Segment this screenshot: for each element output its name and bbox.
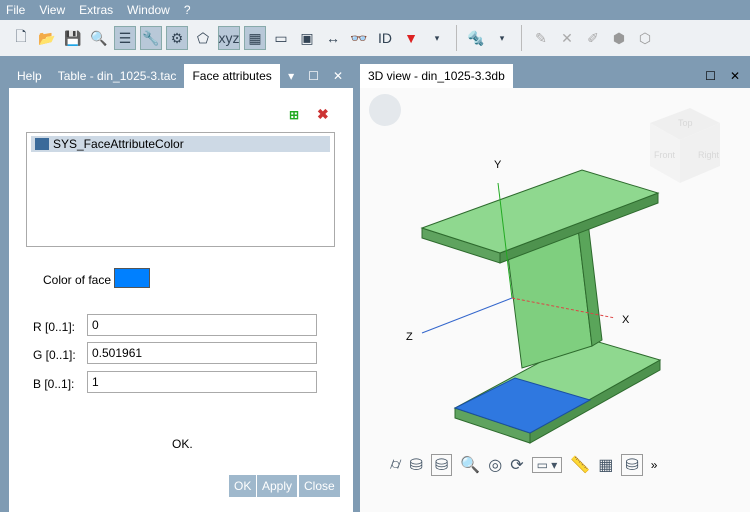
measure-icon[interactable]: ↔ <box>322 26 344 50</box>
b-input[interactable] <box>87 371 317 393</box>
divider <box>456 25 457 51</box>
close-button[interactable]: Close <box>299 475 340 497</box>
part-icon[interactable]: ▭ <box>270 26 292 50</box>
view-cube: Top Front Right <box>650 108 720 183</box>
3d-model-view[interactable]: Top Front Right Y X Z <box>360 88 750 512</box>
bolt-icon[interactable]: ⚙ <box>166 26 188 50</box>
close-icon[interactable]: ✕ <box>730 69 740 83</box>
menu-help[interactable]: ? <box>184 3 191 17</box>
maximize-icon[interactable]: ☐ <box>705 69 716 83</box>
table-icon[interactable]: ▦ <box>244 26 266 50</box>
cube-front-label: Front <box>654 150 676 160</box>
model-icon[interactable]: ⬢ <box>608 26 630 50</box>
color-swatch[interactable] <box>114 268 150 288</box>
tab-help[interactable]: Help <box>9 64 50 88</box>
cube-top-label: Top <box>678 118 693 128</box>
save-icon[interactable]: 💾 <box>62 26 84 50</box>
wireframe-icon[interactable]: ⌭ <box>390 456 401 474</box>
bolt-save-icon[interactable]: 🔩 <box>465 26 487 50</box>
menu-view[interactable]: View <box>39 3 65 17</box>
tab-face-attributes[interactable]: Face attributes <box>184 64 280 88</box>
edit-icon[interactable]: ✎ <box>530 26 552 50</box>
divider <box>521 25 522 51</box>
list-item-label: SYS_FaceAttributeColor <box>53 137 184 151</box>
dropdown-icon[interactable]: ▾ <box>288 69 294 83</box>
dimension-view-icon[interactable]: ⛁ <box>621 454 643 476</box>
ok-button[interactable]: OK <box>229 475 257 497</box>
status-text: OK. <box>172 437 193 451</box>
shape-icon[interactable]: ⬠ <box>192 26 214 50</box>
dropdown-icon[interactable]: ▾ <box>491 26 513 50</box>
zoom-fit-icon[interactable]: 🔍 <box>460 455 480 475</box>
ruler-icon[interactable]: 📏 <box>570 455 590 475</box>
shaded-edges-icon[interactable]: ⛁ <box>430 454 453 476</box>
open-icon[interactable]: 📂 <box>36 26 58 50</box>
shaded-icon[interactable]: ⛁ <box>409 455 422 475</box>
tab-3d-view[interactable]: 3D view - din_1025-3.3db <box>360 64 513 88</box>
list-item[interactable]: SYS_FaceAttributeColor <box>31 136 330 152</box>
wrench-icon[interactable]: 🔧 <box>140 26 162 50</box>
close-icon[interactable]: ✕ <box>333 69 343 83</box>
z-axis-label: Z <box>406 331 413 343</box>
xyz-icon[interactable]: xyz <box>218 26 240 50</box>
cube-icon[interactable]: ⬡ <box>634 26 656 50</box>
3d-view-panel: 3D view - din_1025-3.3db ☐ ✕ Top Front Ri… <box>360 64 750 512</box>
mesh-icon[interactable]: ▦ <box>598 455 613 475</box>
tree-icon[interactable]: ☰ <box>114 26 136 50</box>
face-attributes-panel: Help Table - din_1025-3.tac Face attribu… <box>9 64 353 512</box>
delete-icon[interactable]: ✕ <box>556 26 578 50</box>
y-axis-label: Y <box>494 159 502 171</box>
maximize-icon[interactable]: ☐ <box>308 69 319 83</box>
more-icon[interactable]: » <box>651 458 658 472</box>
id-icon[interactable]: ID <box>374 26 396 50</box>
rotate-icon[interactable]: ⟳ <box>510 455 523 475</box>
color-label: Color of face <box>43 273 112 287</box>
toolbar: 🗋 📂 💾 🔍 ☰ 🔧 ⚙ ⬠ xyz ▦ ▭ ▣ ↔ 👓 ID ▼ ▾ 🔩 ▾… <box>0 20 750 56</box>
x-axis-label: X <box>622 314 630 326</box>
attribute-icon <box>35 138 49 150</box>
menu-extras[interactable]: Extras <box>79 3 113 17</box>
tab-table[interactable]: Table - din_1025-3.tac <box>50 64 185 88</box>
glasses-icon[interactable]: 👓 <box>348 26 370 50</box>
g-input[interactable] <box>87 342 317 364</box>
new-icon[interactable]: 🗋 <box>10 26 32 50</box>
menu-bar: File View Extras Window ? <box>0 0 750 20</box>
r-label: R [0..1]: <box>33 320 76 334</box>
b-label: B [0..1]: <box>33 377 75 391</box>
nav-orb <box>369 94 401 126</box>
edit-part-icon[interactable]: ✐ <box>582 26 604 50</box>
menu-window[interactable]: Window <box>127 3 170 17</box>
dropdown-icon[interactable]: ▾ <box>426 26 448 50</box>
r-input[interactable] <box>87 314 317 336</box>
select-mode-icon[interactable]: ▭ ▾ <box>531 457 563 473</box>
filter-icon[interactable]: ▼ <box>400 26 422 50</box>
menu-file[interactable]: File <box>6 3 25 17</box>
section-icon[interactable]: ◎ <box>488 455 502 475</box>
attribute-list[interactable]: SYS_FaceAttributeColor <box>26 132 335 247</box>
delete-icon[interactable]: ✖ <box>317 106 329 123</box>
i-beam-model <box>420 169 662 444</box>
apply-button[interactable]: Apply <box>257 475 298 497</box>
view-toolbar: ⌭ ⛁ ⛁ 🔍 ◎ ⟳ ▭ ▾ 📏 ▦ ⛁ » <box>390 454 657 476</box>
search-icon[interactable]: 🔍 <box>88 26 110 50</box>
dimension-icon[interactable]: ▣ <box>296 26 318 50</box>
add-icon[interactable]: ⊞ <box>289 108 299 122</box>
cube-right-label: Right <box>698 150 720 160</box>
g-label: G [0..1]: <box>33 348 76 362</box>
